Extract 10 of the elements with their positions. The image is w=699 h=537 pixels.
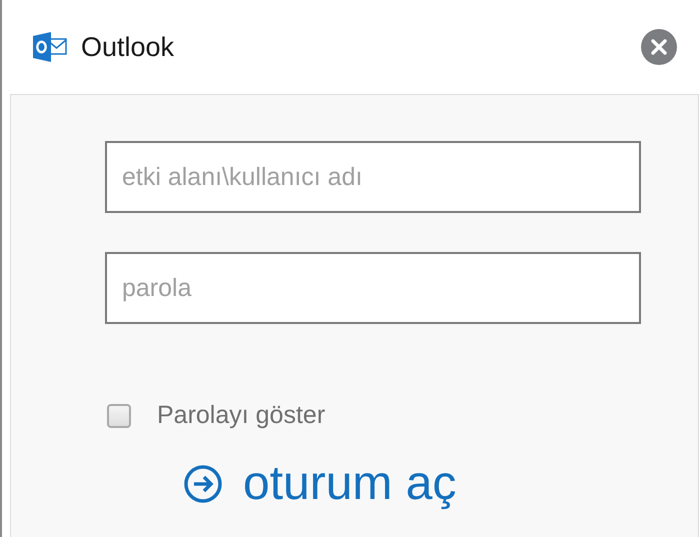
outlook-logo-icon [33, 32, 67, 62]
sign-in-button[interactable]: oturum aç [183, 456, 456, 511]
arrow-circle-icon [183, 464, 223, 504]
checkbox[interactable] [107, 404, 131, 428]
close-icon [650, 38, 668, 56]
input-field[interactable]: parola [105, 252, 641, 324]
checkbox-label: Parolayı göster [157, 401, 326, 430]
input-field[interactable]: etki alanı\kullanıcı adı [105, 141, 641, 213]
close-button[interactable] [641, 29, 677, 65]
window-title: Outlook [81, 32, 176, 62]
